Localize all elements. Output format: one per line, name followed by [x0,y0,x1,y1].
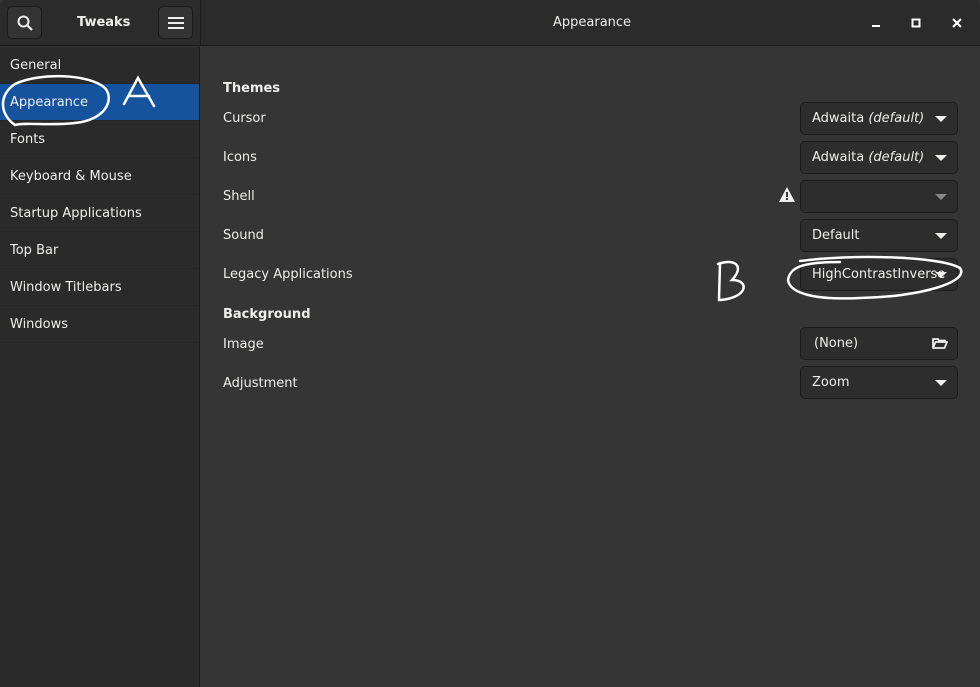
sidebar-item-windows[interactable]: Windows [0,306,199,343]
cursor-value: Adwaita [812,111,865,126]
sound-dropdown[interactable]: Default [800,219,958,252]
sidebar-item-general[interactable]: General [0,47,199,84]
shell-dropdown[interactable] [800,180,958,213]
cursor-dropdown[interactable]: Adwaita (default) [800,102,958,135]
adjustment-dropdown[interactable]: Zoom [800,366,958,399]
minimize-button[interactable] [866,14,886,32]
chevron-down-icon [935,272,947,278]
chevron-down-icon [935,380,947,386]
app-title: Tweaks [77,15,131,30]
sound-value: Default [812,228,860,243]
maximize-icon [911,18,921,28]
sound-label: Sound [223,228,264,243]
minimize-icon [872,25,880,27]
image-file-button[interactable]: (None) [800,327,958,360]
icons-dropdown[interactable]: Adwaita (default) [800,141,958,174]
legacy-value: HighContrastInverse [812,267,946,282]
warning-icon [779,187,795,202]
adjustment-value: Zoom [812,375,850,390]
main-panel: Themes Cursor Adwaita (default) Icons Ad… [201,47,980,687]
cursor-label: Cursor [223,111,266,126]
legacy-applications-dropdown[interactable]: HighContrastInverse [800,258,958,291]
shell-label: Shell [223,189,255,204]
sidebar-item-fonts[interactable]: Fonts [0,121,199,158]
chevron-down-icon [935,155,947,161]
image-value: (None) [814,336,859,351]
default-suffix: (default) [868,150,925,165]
close-icon [952,18,962,28]
image-label: Image [223,337,264,352]
sidebar-item-top-bar[interactable]: Top Bar [0,232,199,269]
sidebar-item-window-titlebars[interactable]: Window Titlebars [0,269,199,306]
header-bar: Tweaks Appearance [0,0,980,46]
search-icon [17,15,33,31]
sidebar-item-appearance[interactable]: Appearance [0,84,199,121]
header-divider [200,0,201,46]
hamburger-menu-icon [167,16,184,29]
folder-open-icon [932,338,948,349]
sidebar: General Appearance Fonts Keyboard & Mous… [0,47,200,687]
adjustment-label: Adjustment [223,376,298,391]
maximize-button[interactable] [906,14,926,32]
icons-label: Icons [223,150,257,165]
menu-button[interactable] [158,6,193,39]
chevron-down-icon [935,116,947,122]
sidebar-item-keyboard-mouse[interactable]: Keyboard & Mouse [0,158,199,195]
icons-value: Adwaita [812,150,865,165]
themes-heading: Themes [223,81,281,96]
search-button[interactable] [7,6,42,39]
page-title: Appearance [553,15,632,30]
chevron-down-icon [935,233,947,239]
sidebar-item-startup-applications[interactable]: Startup Applications [0,195,199,232]
default-suffix: (default) [868,111,925,126]
chevron-down-icon [935,194,947,200]
close-button[interactable] [947,14,967,32]
legacy-applications-label: Legacy Applications [223,267,353,282]
background-heading: Background [223,307,311,322]
